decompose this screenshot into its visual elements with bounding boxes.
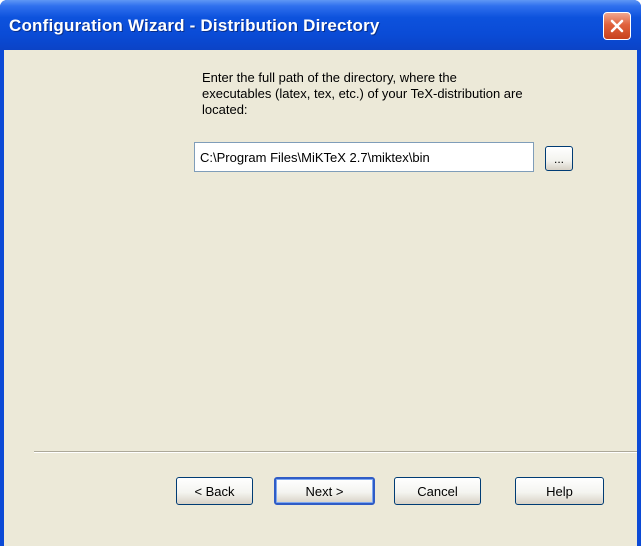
close-icon: [610, 19, 624, 33]
next-button[interactable]: Next >: [274, 477, 375, 505]
wizard-content: Enter the full path of the directory, wh…: [4, 50, 637, 546]
cancel-button[interactable]: Cancel: [394, 477, 481, 505]
instruction-text: Enter the full path of the directory, wh…: [202, 70, 582, 118]
separator-line: [34, 451, 637, 453]
close-button[interactable]: [603, 12, 631, 40]
instruction-line: executables (latex, tex, etc.) of your T…: [202, 86, 523, 101]
help-button[interactable]: Help: [515, 477, 604, 505]
instruction-line: Enter the full path of the directory, wh…: [202, 70, 457, 85]
directory-path-input[interactable]: [194, 142, 534, 172]
instruction-line: located:: [202, 102, 248, 117]
window-title: Configuration Wizard - Distribution Dire…: [9, 16, 380, 35]
title-bar[interactable]: Configuration Wizard - Distribution Dire…: [0, 0, 641, 50]
back-button[interactable]: < Back: [176, 477, 253, 505]
wizard-window: Configuration Wizard - Distribution Dire…: [0, 0, 641, 546]
browse-button[interactable]: ...: [545, 146, 573, 171]
